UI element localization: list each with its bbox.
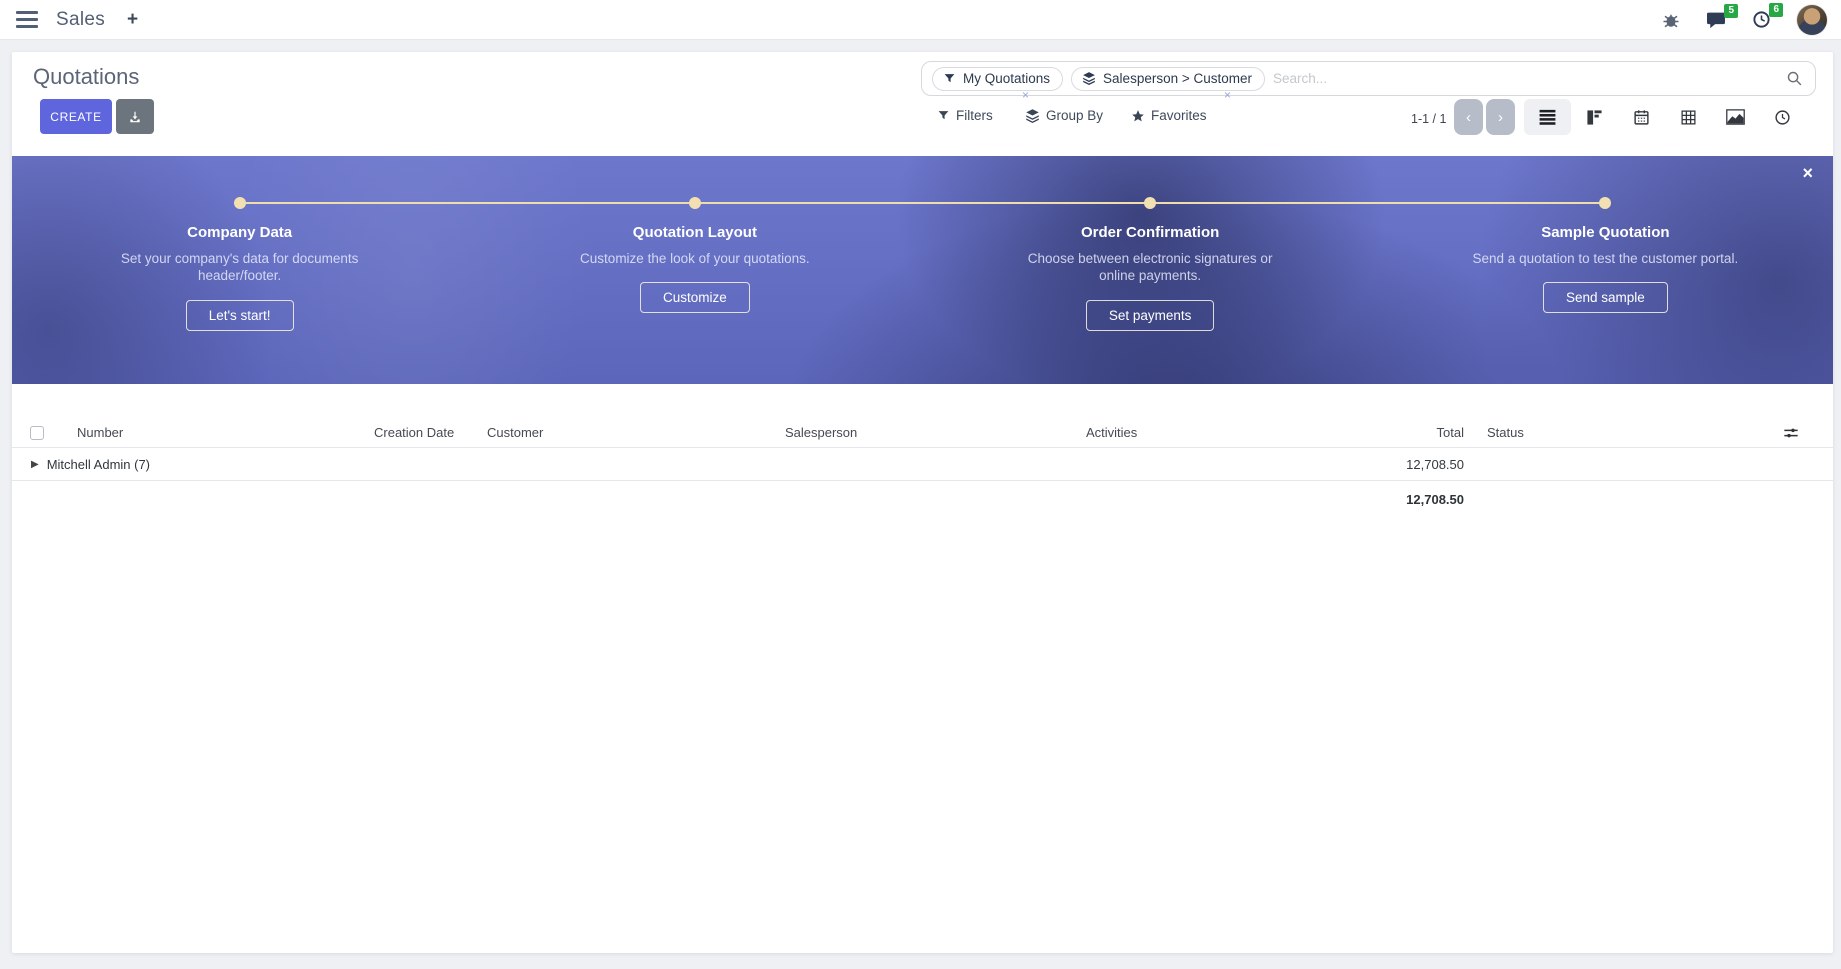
activities-clock-icon[interactable]: 6	[1752, 10, 1771, 29]
column-header-status[interactable]: Status	[1487, 425, 1607, 440]
customize-button[interactable]: Customize	[640, 282, 750, 313]
facet-remove-icon[interactable]: ×	[1022, 89, 1029, 101]
filters-button[interactable]: Filters	[937, 108, 993, 123]
step-description: Send a quotation to test the customer po…	[1473, 250, 1739, 267]
footer-total: 12,708.50	[1326, 492, 1464, 507]
select-all-checkbox[interactable]	[30, 426, 44, 440]
facet-label: My Quotations	[963, 71, 1050, 86]
timeline-dot	[234, 197, 246, 209]
onboarding-step-order-confirmation: Order Confirmation Choose between electr…	[923, 224, 1378, 331]
group-label: Mitchell Admin (7)	[47, 457, 150, 472]
pivot-view-button[interactable]	[1665, 99, 1712, 135]
pager-next-button[interactable]: ›	[1486, 99, 1515, 135]
plus-icon[interactable]: +	[123, 9, 142, 31]
facet-remove-icon[interactable]: ×	[1224, 89, 1231, 101]
list-view-button[interactable]	[1524, 99, 1571, 135]
facet-my-quotations[interactable]: My Quotations ×	[932, 67, 1063, 91]
column-header-activities[interactable]: Activities	[1086, 425, 1326, 440]
column-header-total[interactable]: Total	[1326, 425, 1464, 440]
column-header-number[interactable]: Number	[68, 425, 374, 440]
export-button[interactable]	[116, 99, 154, 134]
quotations-list: Number Creation Date Customer Salesperso…	[12, 418, 1833, 517]
favorites-button[interactable]: Favorites	[1131, 108, 1207, 123]
apps-menu-icon[interactable]	[16, 11, 38, 28]
layers-icon	[1082, 71, 1096, 85]
banner-close-icon[interactable]: ×	[1802, 164, 1813, 182]
column-tools-cell	[1607, 426, 1833, 440]
download-icon	[128, 110, 142, 124]
send-sample-button[interactable]: Send sample	[1543, 282, 1668, 313]
timeline-dot	[1144, 197, 1156, 209]
column-header-customer[interactable]: Customer	[487, 425, 785, 440]
step-title: Sample Quotation	[1541, 224, 1669, 241]
lets-start-button[interactable]: Let's start!	[186, 300, 294, 331]
column-header-creation-date[interactable]: Creation Date	[374, 425, 487, 440]
filter-icon	[943, 72, 956, 85]
graph-view-button[interactable]	[1712, 99, 1759, 135]
filter-icon	[937, 109, 950, 122]
create-button[interactable]: CREATE	[40, 99, 112, 134]
onboarding-step-sample-quotation: Sample Quotation Send a quotation to tes…	[1378, 224, 1833, 331]
favorites-label: Favorites	[1151, 108, 1207, 123]
activities-badge: 6	[1769, 3, 1783, 17]
top-navbar: Sales + 5 6	[0, 0, 1841, 40]
onboarding-banner: × Company Data Set your company's data f…	[12, 156, 1833, 384]
group-total: 12,708.50	[1326, 457, 1464, 472]
step-description: Set your company's data for documents he…	[105, 250, 375, 285]
optional-columns-icon[interactable]	[1783, 426, 1799, 440]
star-icon	[1131, 109, 1145, 123]
group-by-button[interactable]: Group By	[1025, 108, 1103, 123]
group-expand-icon[interactable]: ▶	[31, 459, 39, 470]
onboarding-step-company-data: Company Data Set your company's data for…	[12, 224, 467, 331]
search-icon[interactable]	[1786, 70, 1803, 87]
facet-salesperson-customer[interactable]: Salesperson > Customer ×	[1071, 67, 1265, 91]
step-description: Choose between electronic signatures or …	[1015, 250, 1285, 285]
layers-icon	[1025, 108, 1040, 123]
step-description: Customize the look of your quotations.	[580, 250, 810, 267]
content-card: Quotations CREATE My Quotations	[12, 52, 1833, 953]
group-by-label: Group By	[1046, 108, 1103, 123]
kanban-view-button[interactable]	[1571, 99, 1618, 135]
messages-icon[interactable]: 5	[1706, 11, 1726, 29]
calendar-view-button[interactable]	[1618, 99, 1665, 135]
messages-badge: 5	[1724, 4, 1738, 18]
select-all-cell	[12, 426, 68, 440]
debug-bug-icon[interactable]	[1662, 11, 1680, 29]
search-input[interactable]	[1273, 71, 1778, 86]
step-title: Order Confirmation	[1081, 224, 1219, 241]
facet-label: Salesperson > Customer	[1103, 71, 1252, 86]
user-avatar[interactable]	[1797, 5, 1827, 35]
onboarding-step-quotation-layout: Quotation Layout Customize the look of y…	[467, 224, 922, 331]
column-header-salesperson[interactable]: Salesperson	[785, 425, 1086, 440]
pager-counter: 1-1 / 1	[1411, 112, 1446, 126]
list-footer-row: . 12,708.50	[12, 481, 1833, 517]
pager-previous-button[interactable]: ‹	[1454, 99, 1483, 135]
group-row-mitchell-admin[interactable]: ▶ Mitchell Admin (7) 12,708.50	[12, 447, 1833, 481]
page-title: Quotations	[33, 64, 139, 90]
search-bar[interactable]: My Quotations × Salesperson > Customer ×	[921, 61, 1816, 96]
step-title: Quotation Layout	[633, 224, 757, 241]
step-title: Company Data	[187, 224, 292, 241]
view-switcher	[1524, 99, 1806, 135]
onboarding-timeline	[240, 202, 1606, 204]
set-payments-button[interactable]: Set payments	[1086, 300, 1215, 331]
app-name[interactable]: Sales	[56, 9, 105, 31]
control-panel: Quotations CREATE My Quotations	[12, 52, 1833, 156]
timeline-dot	[689, 197, 701, 209]
filters-label: Filters	[956, 108, 993, 123]
timeline-dot	[1599, 197, 1611, 209]
list-header-row: Number Creation Date Customer Salesperso…	[12, 418, 1833, 447]
activity-view-button[interactable]	[1759, 99, 1806, 135]
